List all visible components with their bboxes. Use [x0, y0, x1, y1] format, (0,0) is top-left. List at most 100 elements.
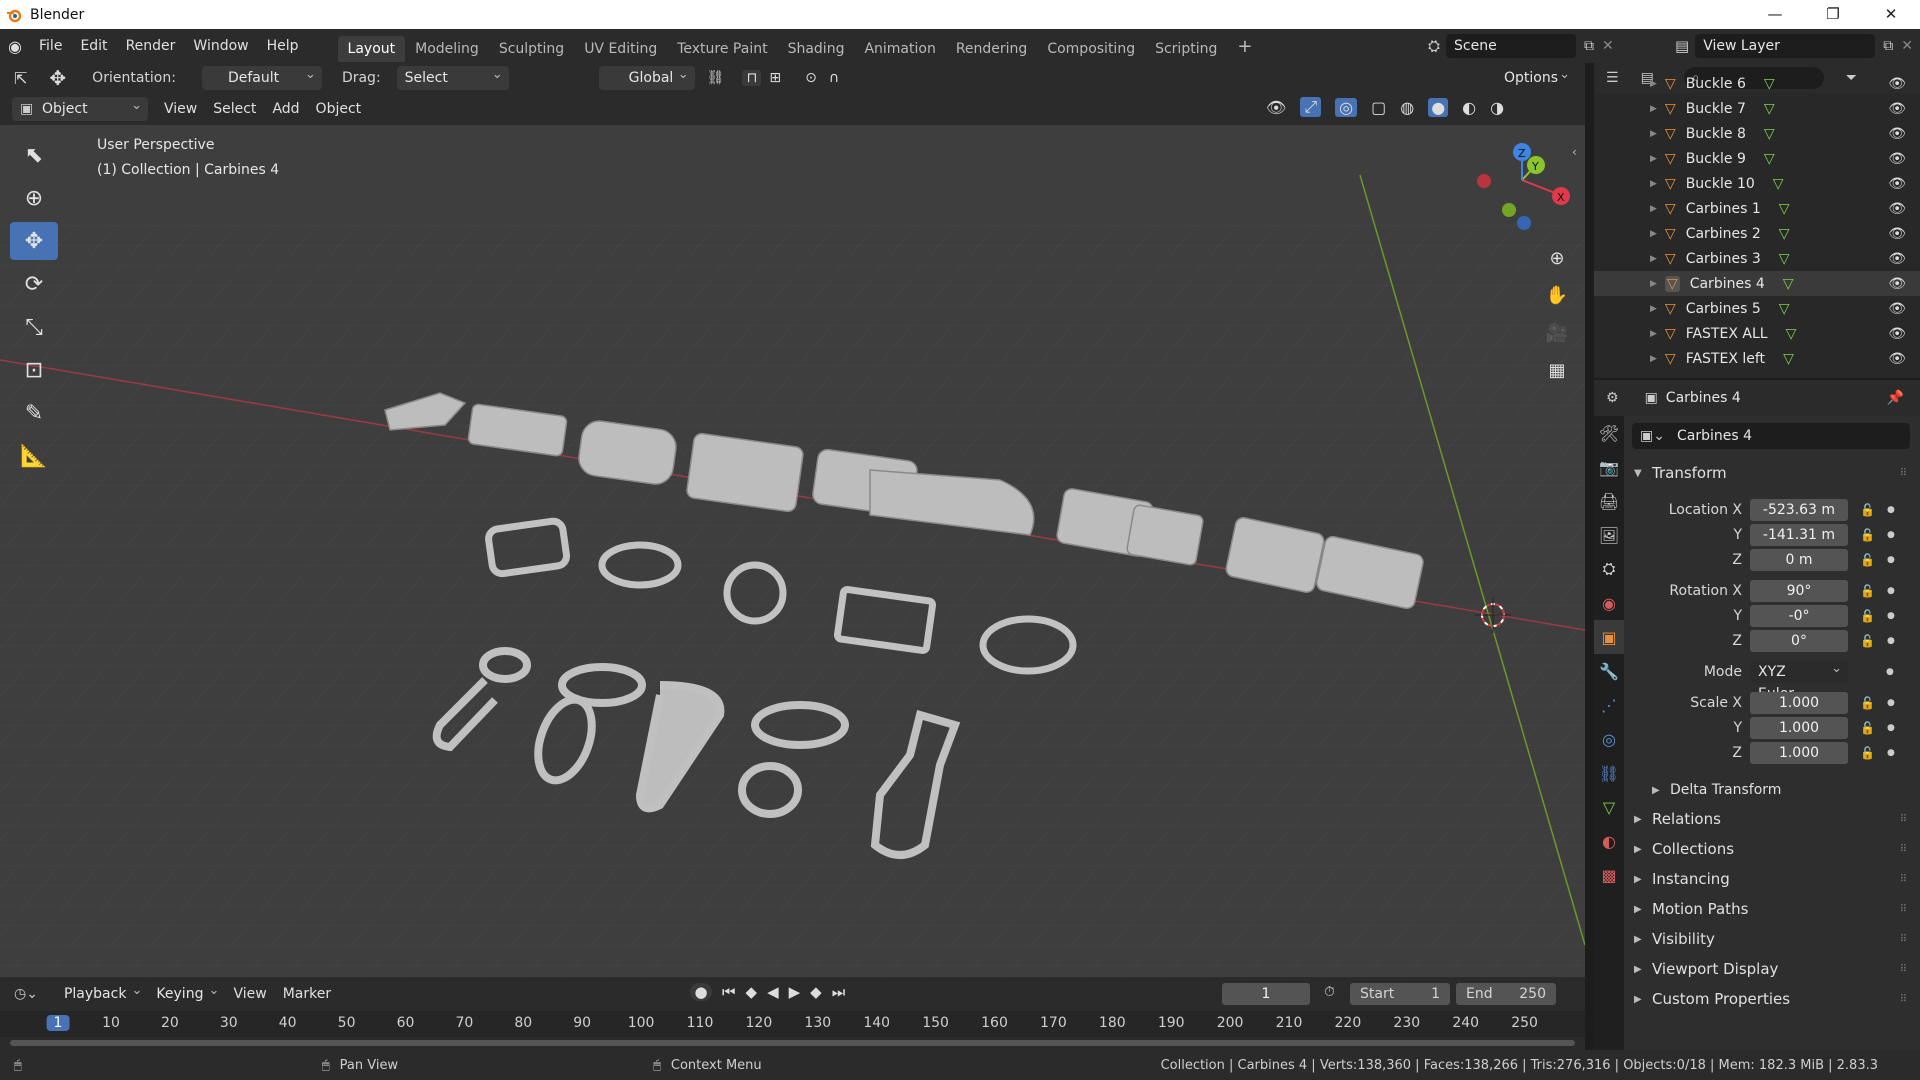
tab-scripting[interactable]: Scripting: [1145, 36, 1227, 62]
proportional-edit-icon[interactable]: ⊙: [805, 70, 817, 86]
scale-z-lock-icon[interactable]: 🔓: [1860, 746, 1875, 760]
scale-x-keyframe-icon[interactable]: ●: [1887, 698, 1895, 708]
rotation-z-field[interactable]: 0°: [1750, 629, 1848, 652]
panel-grip-icon[interactable]: ⠿: [1900, 874, 1908, 885]
solid-shading-icon[interactable]: ●: [1428, 97, 1449, 117]
panel-grip-icon[interactable]: ⠿: [1900, 844, 1908, 855]
object-name-field[interactable]: Carbines 4: [1677, 428, 1752, 444]
menu-help[interactable]: Help: [258, 29, 308, 63]
mesh-data-icon[interactable]: ▽: [1773, 176, 1784, 192]
expand-arrow-icon[interactable]: ▶: [1650, 354, 1657, 364]
rotation-y-lock-icon[interactable]: 🔓: [1860, 609, 1875, 623]
pivot-point-icon[interactable]: ⛓: [707, 70, 725, 86]
current-frame-marker[interactable]: 1: [46, 1015, 70, 1031]
options-dropdown[interactable]: Options: [1496, 63, 1576, 90]
outliner-item[interactable]: ▶ ▽ Carbines 5 ▽ 👁: [1594, 296, 1920, 321]
transform-grip-icon[interactable]: ⠿: [1900, 468, 1908, 479]
menu-render[interactable]: Render: [117, 29, 185, 63]
location-y-keyframe-icon[interactable]: ●: [1887, 530, 1895, 540]
render-tab-icon[interactable]: 📷: [1594, 450, 1624, 484]
add-menu[interactable]: Add: [264, 97, 307, 121]
data-tab-icon[interactable]: ▽: [1594, 790, 1624, 824]
rotation-y-field[interactable]: -0°: [1750, 604, 1848, 627]
view-layer-icon[interactable]: ▤: [1675, 37, 1689, 55]
pin-icon[interactable]: 📌: [1887, 390, 1904, 406]
gizmo-toggle-icon[interactable]: ⤢: [1300, 97, 1322, 117]
visibility-eye-icon[interactable]: 👁: [1888, 326, 1906, 342]
expand-arrow-icon[interactable]: ▶: [1650, 204, 1657, 214]
scale-z-keyframe-icon[interactable]: ●: [1887, 748, 1895, 758]
pan-hand-icon[interactable]: ✋: [1541, 279, 1573, 311]
transform-panel-header[interactable]: ▼ Transform ⠿: [1624, 459, 1920, 487]
tab-modeling[interactable]: Modeling: [405, 36, 489, 62]
outliner-item[interactable]: ▶ ▽ Carbines 2 ▽ 👁: [1594, 221, 1920, 246]
scale-x-field[interactable]: 1.000: [1750, 691, 1848, 714]
visibility-eye-icon[interactable]: 👁: [1888, 101, 1906, 117]
expand-arrow-icon[interactable]: ▶: [1650, 229, 1657, 239]
mesh-data-icon[interactable]: ▽: [1783, 276, 1794, 292]
menu-file[interactable]: File: [30, 29, 71, 63]
menu-window[interactable]: Window: [184, 29, 257, 63]
outliner-item[interactable]: ▶ ▽ Carbines 4 ▽ 👁: [1594, 271, 1920, 296]
panel-grip-icon[interactable]: ⠿: [1900, 934, 1908, 945]
scale-x-lock-icon[interactable]: 🔓: [1860, 696, 1875, 710]
transform-tool-icon-2[interactable]: ⊡: [10, 351, 58, 389]
keying-menu[interactable]: Keying: [148, 979, 226, 1006]
navigation-gizmo[interactable]: X Y Z: [1477, 143, 1570, 230]
outliner-item[interactable]: ▶ ▽ Buckle 7 ▽ 👁: [1594, 96, 1920, 121]
tab-shading[interactable]: Shading: [778, 36, 855, 62]
camera-view-icon[interactable]: 🎥: [1541, 317, 1573, 349]
location-x-field[interactable]: -523.63 m: [1750, 498, 1848, 521]
location-y-lock-icon[interactable]: 🔓: [1860, 528, 1875, 542]
maximize-button[interactable]: ❐: [1804, 0, 1862, 29]
end-frame-field[interactable]: End 250: [1456, 983, 1556, 1005]
viewport-scene[interactable]: X Y Z: [0, 125, 1585, 977]
ortho-toggle-icon[interactable]: ▦: [1541, 354, 1573, 386]
visibility-eye-icon[interactable]: 👁: [1888, 276, 1906, 292]
scale-y-keyframe-icon[interactable]: ●: [1887, 723, 1895, 733]
rotation-x-keyframe-icon[interactable]: ●: [1887, 586, 1895, 596]
outliner-item[interactable]: ▶ ▽ FASTEX ALL ▽ 👁: [1594, 321, 1920, 346]
object-menu[interactable]: Object: [308, 97, 370, 121]
current-frame-field[interactable]: 1: [1222, 983, 1310, 1005]
visibility-eye-icon[interactable]: 👁: [1888, 251, 1906, 267]
tab-sculpting[interactable]: Sculpting: [489, 36, 574, 62]
tab-uv-editing[interactable]: UV Editing: [574, 36, 667, 62]
physics-tab-icon[interactable]: ◎: [1594, 722, 1624, 756]
expand-arrow-icon[interactable]: ▶: [1650, 179, 1657, 189]
scale-tool-icon[interactable]: ⤡: [10, 308, 58, 346]
scale-y-lock-icon[interactable]: 🔓: [1860, 721, 1875, 735]
tool-tab-icon[interactable]: 🛠: [1594, 416, 1624, 450]
remove-scene-icon[interactable]: ✕: [1602, 38, 1614, 54]
panel-grip-icon[interactable]: ⠿: [1900, 994, 1908, 1005]
snap-target-icon[interactable]: ⊞: [769, 70, 781, 86]
location-x-keyframe-icon[interactable]: ●: [1887, 505, 1895, 515]
snap-toggle-icon[interactable]: ⊓: [742, 70, 762, 86]
annotate-tool-icon[interactable]: ✎: [10, 394, 58, 432]
close-window-button[interactable]: ✕: [1862, 0, 1920, 29]
location-z-lock-icon[interactable]: 🔓: [1860, 553, 1875, 567]
panel-header[interactable]: ▶ Instancing ⠿: [1624, 865, 1920, 893]
properties-editor-icon[interactable]: ⚙: [1606, 390, 1619, 406]
rendered-shading-icon[interactable]: ◑: [1490, 98, 1504, 117]
mesh-data-icon[interactable]: ▽: [1779, 301, 1790, 317]
mode-dropdown[interactable]: ▣ Object Mode: [12, 94, 148, 141]
view-layer-field[interactable]: View Layer: [1695, 34, 1876, 58]
mesh-data-icon[interactable]: ▽: [1764, 151, 1775, 167]
scene-name-field[interactable]: Scene: [1446, 34, 1577, 58]
material-shading-icon[interactable]: ◐: [1462, 98, 1476, 117]
panel-header[interactable]: ▶ Motion Paths ⠿: [1624, 895, 1920, 923]
overlay-toggle-icon[interactable]: ◎: [1335, 97, 1358, 117]
visibility-eye-icon[interactable]: 👁: [1888, 151, 1906, 167]
panel-header[interactable]: ▶ Visibility ⠿: [1624, 925, 1920, 953]
rotation-z-keyframe-icon[interactable]: ●: [1887, 636, 1895, 646]
move-tool-icon[interactable]: ✥: [10, 222, 58, 260]
scene-tab-icon[interactable]: ⛭: [1594, 552, 1624, 586]
scale-z-field[interactable]: 1.000: [1750, 741, 1848, 764]
expand-arrow-icon[interactable]: ▶: [1650, 254, 1657, 264]
jump-end-icon[interactable]: ⏭: [832, 983, 846, 1001]
transform-orientation-dropdown[interactable]: Global: [598, 63, 695, 90]
timeline-view-menu[interactable]: View: [225, 982, 274, 1006]
texture-tab-icon[interactable]: ▩: [1594, 858, 1624, 892]
panel-header[interactable]: ▶ Viewport Display ⠿: [1624, 955, 1920, 983]
